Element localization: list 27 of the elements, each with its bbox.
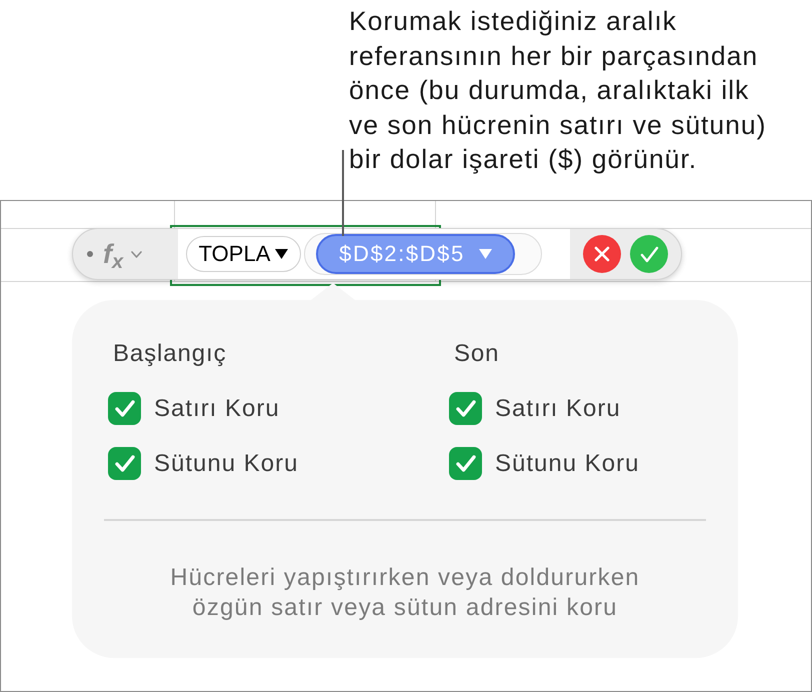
function-menu-button[interactable]: f$_{x}$ — [103, 236, 142, 272]
checkbox[interactable] — [108, 392, 141, 425]
confirm-button[interactable] — [630, 235, 668, 273]
group-heading: Son — [454, 341, 500, 367]
checkmark-icon — [456, 455, 476, 472]
function-token[interactable]: TOPLA — [186, 236, 301, 272]
help-text: Hücreleri yapıştırırken veya doldururken özgün satır veya sütun adresini koru — [170, 562, 640, 622]
checkmark-icon — [114, 455, 134, 472]
checkmark-icon — [114, 400, 134, 417]
checkbox[interactable] — [449, 447, 482, 480]
callout-text: Korumak istediğiniz aralık referansının her bir parçasından önce (bu durumda, aralıktaki ilk ve son hücrenin satırı ve sütunu) bir dolar işareti ($) görünür. — [349, 5, 766, 176]
range-token[interactable]: $D$2:$D$5 — [316, 234, 515, 274]
close-icon — [594, 246, 610, 262]
checkmark-icon — [456, 400, 476, 417]
dot-icon — [87, 251, 93, 257]
checkbox-label: Satırı Koru — [154, 394, 280, 422]
checkbox[interactable] — [449, 392, 482, 425]
group-heading: Başlangıç — [113, 341, 226, 367]
checkmark-icon — [640, 246, 658, 262]
checkbox-label: Sütunu Koru — [495, 450, 640, 478]
checkbox[interactable] — [108, 447, 141, 480]
caret-icon — [275, 249, 288, 259]
checkbox-label: Satırı Koru — [495, 394, 621, 422]
cancel-button[interactable] — [583, 235, 621, 273]
caret-icon — [478, 249, 492, 259]
checkbox-label: Sütunu Koru — [154, 450, 298, 478]
chevron-down-icon — [131, 250, 142, 258]
